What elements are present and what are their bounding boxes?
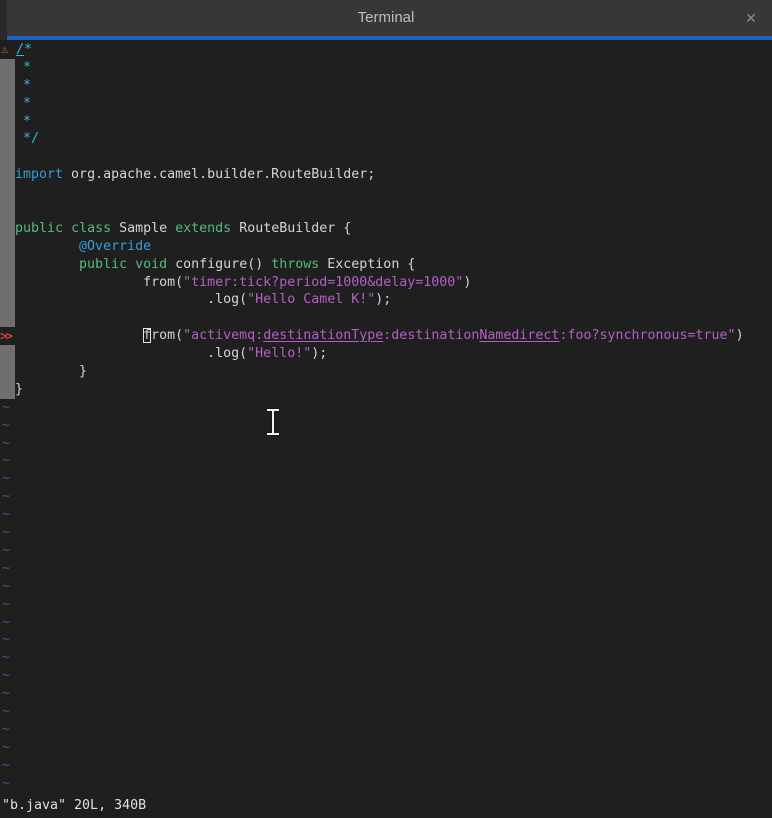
- code-line: *: [0, 77, 772, 95]
- window-edge-strip: [0, 0, 7, 40]
- code-line: public class Sample extends RouteBuilder…: [0, 220, 772, 238]
- empty-line-marker: ~: [0, 667, 772, 685]
- code-line: *: [0, 59, 772, 77]
- gutter-cell: [0, 256, 15, 274]
- code-text: from("activemq:destinationType:destinati…: [15, 327, 744, 345]
- gutter-cell: [0, 166, 15, 184]
- gutter-warning-icon: ⚠: [0, 41, 16, 59]
- vim-status-line: "b.java" 20L, 340B: [2, 797, 146, 815]
- code-line: >> from("activemq:destinationType:destin…: [0, 327, 772, 345]
- code-text: }: [15, 381, 23, 399]
- empty-line-marker: ~: [0, 488, 772, 506]
- code-line: *: [0, 95, 772, 113]
- code-text: .log("Hello Camel K!");: [15, 291, 391, 309]
- terminal-screen[interactable]: ⚠/* * * * * */ import org.apache.camel.bu…: [0, 40, 772, 818]
- empty-line-marker: ~: [0, 757, 772, 775]
- code-line: *: [0, 113, 772, 131]
- gutter-cell: [0, 309, 15, 327]
- empty-line-marker: ~: [0, 560, 772, 578]
- gutter-cell: [0, 184, 15, 202]
- gutter-cell: [0, 95, 15, 113]
- empty-line-marker: ~: [0, 452, 772, 470]
- window-title: Terminal: [0, 0, 772, 36]
- code-line: .log("Hello!");: [0, 345, 772, 363]
- code-line: [0, 309, 772, 327]
- code-text: *: [15, 59, 31, 77]
- code-text: import org.apache.camel.builder.RouteBui…: [15, 166, 375, 184]
- gutter-cell: [0, 130, 15, 148]
- gutter-cell: [0, 59, 15, 77]
- code-lines: ⚠/* * * * * */ import org.apache.camel.bu…: [0, 41, 772, 399]
- code-line: [0, 202, 772, 220]
- gutter-cell: [0, 345, 15, 363]
- empty-line-marker: ~: [0, 596, 772, 614]
- code-text: .log("Hello!");: [15, 345, 327, 363]
- code-text: */: [15, 130, 39, 148]
- empty-line-marker: ~: [0, 542, 772, 560]
- code-text: *: [15, 113, 31, 131]
- code-line: .log("Hello Camel K!");: [0, 291, 772, 309]
- empty-line-marker: ~: [0, 631, 772, 649]
- empty-line-marker: ~: [0, 399, 772, 417]
- empty-line-marker: ~: [0, 417, 772, 435]
- empty-line-marker: ~: [0, 739, 772, 757]
- code-line: }: [0, 381, 772, 399]
- gutter-cell: [0, 238, 15, 256]
- code-text: *: [15, 77, 31, 95]
- empty-line-marker: ~: [0, 435, 772, 453]
- close-icon[interactable]: ✕: [740, 0, 762, 36]
- empty-line-marker: ~: [0, 703, 772, 721]
- empty-line-marker: ~: [0, 506, 772, 524]
- code-text: *: [15, 95, 31, 113]
- code-line: [0, 184, 772, 202]
- gutter-cell: [0, 274, 15, 292]
- gutter-cell: [0, 77, 15, 95]
- titlebar[interactable]: Terminal ✕: [0, 0, 772, 36]
- code-line: public void configure() throws Exception…: [0, 256, 772, 274]
- code-text: @Override: [15, 238, 151, 256]
- gutter-cell: [0, 291, 15, 309]
- code-text: from("timer:tick?period=1000&delay=1000"…: [15, 274, 471, 292]
- code-line: from("timer:tick?period=1000&delay=1000"…: [0, 274, 772, 292]
- empty-line-marker: ~: [0, 470, 772, 488]
- code-text: /*: [16, 41, 32, 59]
- empty-line-marker: ~: [0, 578, 772, 596]
- code-line: @Override: [0, 238, 772, 256]
- terminal-window: Terminal ✕ ⚠/* * * * * */ import org.apac…: [0, 0, 772, 818]
- empty-lines: ~~~~~~~~~~~~~~~~~~~~~~: [0, 399, 772, 793]
- gutter-cell: [0, 202, 15, 220]
- empty-line-marker: ~: [0, 649, 772, 667]
- code-line: [0, 148, 772, 166]
- code-line: import org.apache.camel.builder.RouteBui…: [0, 166, 772, 184]
- empty-line-marker: ~: [0, 775, 772, 793]
- code-line: ⚠/*: [0, 41, 772, 59]
- gutter-cell: [0, 363, 15, 381]
- gutter-cell: [0, 381, 15, 399]
- code-text: }: [15, 363, 87, 381]
- empty-line-marker: ~: [0, 614, 772, 632]
- gutter-cell: [0, 148, 15, 166]
- empty-line-marker: ~: [0, 721, 772, 739]
- code-text: public void configure() throws Exception…: [15, 256, 415, 274]
- empty-line-marker: ~: [0, 524, 772, 542]
- gutter-breakpoint-icon: >>: [0, 327, 15, 345]
- code-line: */: [0, 130, 772, 148]
- code-text: public class Sample extends RouteBuilder…: [15, 220, 351, 238]
- gutter-cell: [0, 220, 15, 238]
- code-line: }: [0, 363, 772, 381]
- gutter-cell: [0, 113, 15, 131]
- empty-line-marker: ~: [0, 685, 772, 703]
